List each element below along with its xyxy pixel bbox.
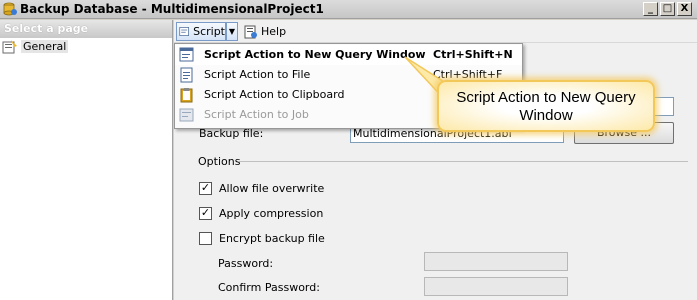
help-button[interactable]: Help bbox=[242, 22, 286, 41]
toolbar: Script ▼ Help bbox=[174, 20, 697, 43]
close-button[interactable]: X bbox=[677, 2, 692, 16]
menu-item-new-query-window[interactable]: Script Action to New Query Window Ctrl+S… bbox=[175, 45, 522, 65]
menu-item-label: Script Action to File bbox=[204, 68, 311, 81]
callout-bubble: Script Action to New Query Window bbox=[437, 80, 655, 132]
page-item-label: General bbox=[21, 40, 69, 53]
confirm-password-label: Confirm Password: bbox=[218, 281, 320, 294]
script-label: Script bbox=[193, 25, 225, 38]
title-bar: Backup Database - MultidimensionalProjec… bbox=[0, 0, 697, 19]
confirm-password-input[interactable] bbox=[424, 277, 568, 296]
apply-compression-checkbox[interactable]: ✓ bbox=[199, 207, 212, 220]
select-page-header: Select a page bbox=[0, 20, 172, 38]
database-icon bbox=[3, 2, 17, 16]
new-query-icon bbox=[179, 47, 194, 62]
script-button[interactable]: Script bbox=[176, 22, 226, 41]
job-icon bbox=[179, 108, 194, 122]
clipboard-icon bbox=[180, 88, 193, 103]
chevron-down-icon: ▼ bbox=[228, 27, 236, 36]
maximize-button[interactable]: □ bbox=[660, 2, 675, 16]
window-title: Backup Database - MultidimensionalProjec… bbox=[20, 2, 324, 16]
check-icon: ✓ bbox=[200, 206, 211, 219]
check-icon: ✓ bbox=[200, 181, 211, 194]
menu-item-shortcut: Ctrl+Shift+N bbox=[433, 48, 513, 61]
menu-item-label: Script Action to Job bbox=[204, 108, 309, 121]
options-divider bbox=[238, 161, 688, 162]
password-label: Password: bbox=[218, 257, 274, 270]
script-icon bbox=[179, 27, 189, 36]
callout-text: Script Action to New Query Window bbox=[456, 89, 636, 124]
script-dropdown-button[interactable]: ▼ bbox=[226, 22, 238, 41]
page-selector-pane: Select a page General bbox=[0, 20, 173, 300]
allow-overwrite-label: Allow file overwrite bbox=[219, 182, 325, 195]
page-item-general[interactable]: General bbox=[2, 39, 69, 54]
encrypt-backup-label: Encrypt backup file bbox=[219, 232, 325, 245]
allow-overwrite-checkbox[interactable]: ✓ bbox=[199, 182, 212, 195]
minimize-button[interactable]: _ bbox=[643, 2, 658, 16]
encrypt-backup-checkbox[interactable] bbox=[199, 232, 212, 245]
page-icon bbox=[2, 39, 17, 53]
file-icon bbox=[180, 67, 193, 83]
help-icon bbox=[244, 25, 257, 38]
menu-item-label: Script Action to New Query Window bbox=[204, 48, 426, 61]
password-input[interactable] bbox=[424, 252, 568, 271]
options-section-label: Options bbox=[198, 155, 241, 168]
menu-item-label: Script Action to Clipboard bbox=[204, 88, 345, 101]
apply-compression-label: Apply compression bbox=[219, 207, 324, 220]
help-label: Help bbox=[261, 25, 287, 38]
